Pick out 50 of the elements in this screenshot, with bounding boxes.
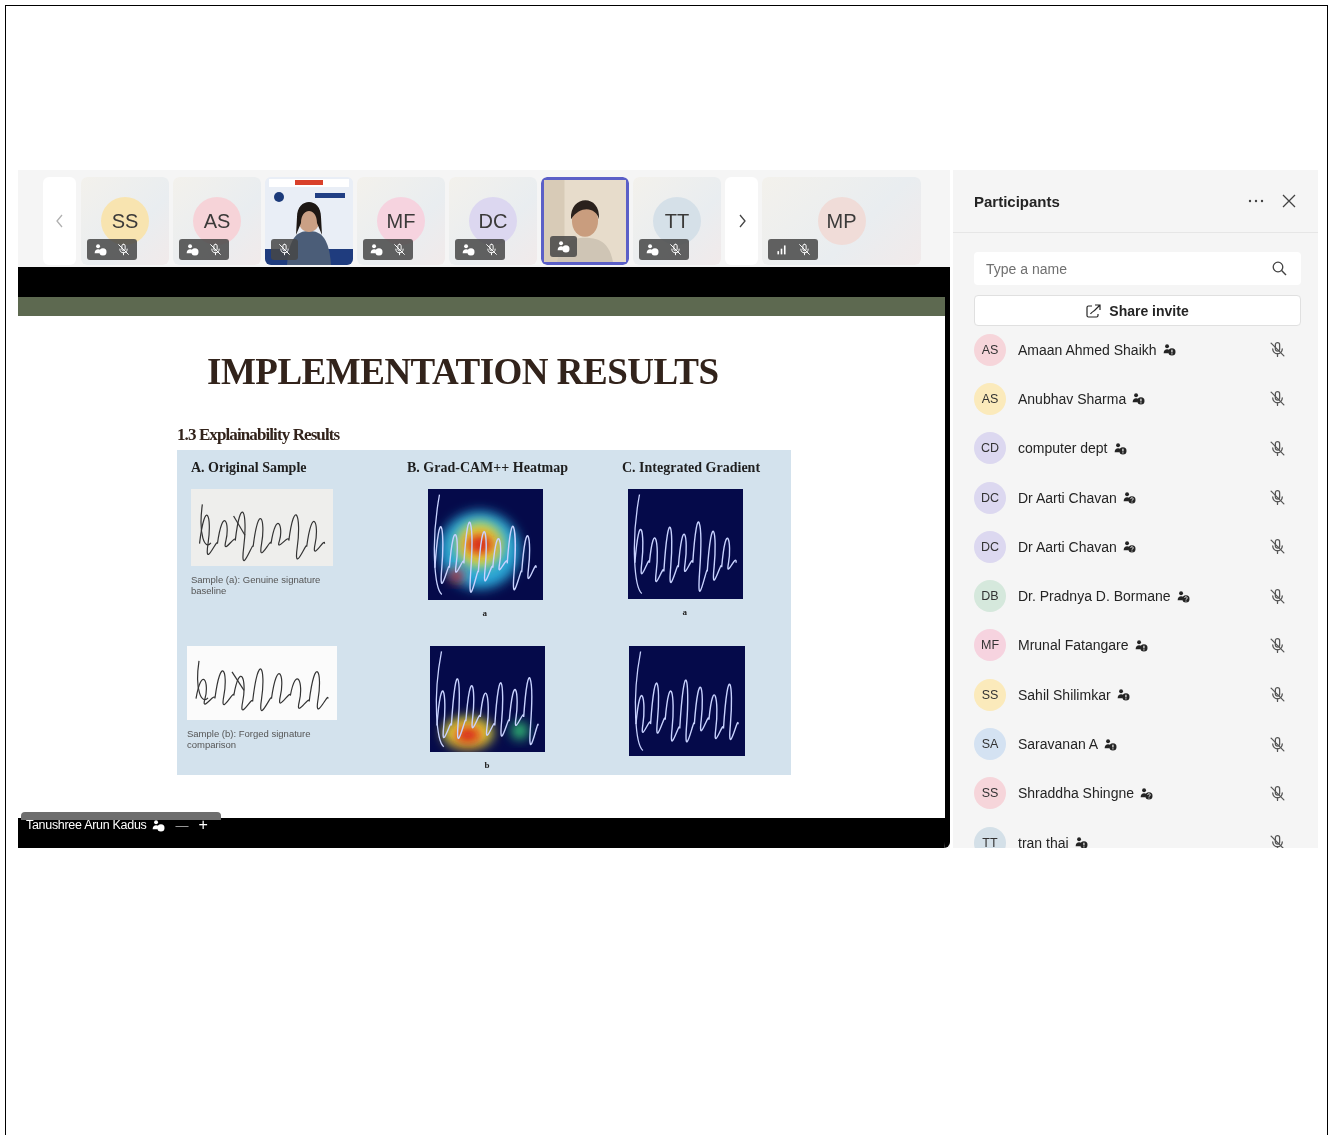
- avatar: DC: [974, 530, 1006, 563]
- share-invite-button[interactable]: Share invite: [974, 295, 1301, 326]
- search-field[interactable]: Type a name: [974, 252, 1301, 285]
- avatar: TT: [974, 826, 1006, 848]
- video-tile[interactable]: AS: [173, 177, 261, 265]
- more-icon[interactable]: [1248, 199, 1264, 203]
- participant-name[interactable]: Sahil Shilimkar: [1018, 686, 1111, 703]
- avatar: DB: [974, 580, 1006, 613]
- video-tile[interactable]: DC: [449, 177, 537, 265]
- share-icon: [1086, 303, 1102, 318]
- participant-name[interactable]: Dr. Pradnya D. Bormane: [1018, 588, 1171, 605]
- participant-name[interactable]: computer dept: [1018, 440, 1108, 457]
- figure-label: a: [682, 607, 687, 617]
- participant-name[interactable]: Mrunal Fatangare: [1018, 637, 1129, 654]
- figure-label: b: [484, 760, 490, 770]
- avatar: SS: [974, 678, 1006, 711]
- video-tile[interactable]: TT: [633, 177, 721, 265]
- add-button[interactable]: +: [198, 816, 208, 834]
- slide-subtitle: 1.3 Explainability Results: [177, 425, 340, 445]
- figure-label: a: [482, 608, 487, 618]
- panel-title: Participants: [974, 192, 1060, 210]
- participant-name[interactable]: Amaan Ahmed Shaikh: [1018, 341, 1157, 358]
- video-tile[interactable]: MF: [357, 177, 445, 265]
- video-tile[interactable]: MP: [762, 177, 921, 265]
- search-icon[interactable]: [1272, 261, 1287, 276]
- video-tile[interactable]: SS: [81, 177, 169, 265]
- slide-title: IMPLEMENTATION RESULTS: [207, 350, 719, 393]
- participant-name[interactable]: Dr Aarti Chavan: [1018, 538, 1117, 555]
- avatar: DC: [974, 481, 1006, 514]
- avatar: SS: [974, 777, 1006, 810]
- close-icon[interactable]: [1282, 194, 1296, 208]
- avatar: CD: [974, 432, 1006, 465]
- participant-name[interactable]: Shraddha Shingne: [1018, 785, 1134, 802]
- participant-name[interactable]: Dr Aarti Chavan: [1018, 489, 1117, 506]
- presenter-name: Tanushree Arun Kadus: [26, 818, 147, 832]
- avatar: MP: [817, 197, 866, 245]
- avatar: AS: [974, 382, 1006, 415]
- column-heading: B. Grad-CAM++ Heatmap: [407, 460, 568, 476]
- avatar: MF: [974, 629, 1006, 662]
- figure-caption: Sample (b): Forged signature comparison: [187, 728, 312, 750]
- avatar: AS: [974, 333, 1006, 366]
- column-heading: C. Integrated Gradient: [622, 460, 761, 476]
- participant-name[interactable]: Saravanan A: [1018, 736, 1099, 752]
- participant-name[interactable]: Anubhav Sharma: [1018, 390, 1127, 407]
- participant-name[interactable]: tran thai: [1018, 834, 1069, 848]
- figure-caption: Sample (a): Genuine signature baseline: [191, 574, 322, 596]
- avatar: SA: [974, 728, 1006, 760]
- chevron-left-icon: [54, 214, 65, 228]
- column-heading: A. Original Sample: [191, 460, 307, 476]
- minimize-button[interactable]: —: [175, 817, 189, 833]
